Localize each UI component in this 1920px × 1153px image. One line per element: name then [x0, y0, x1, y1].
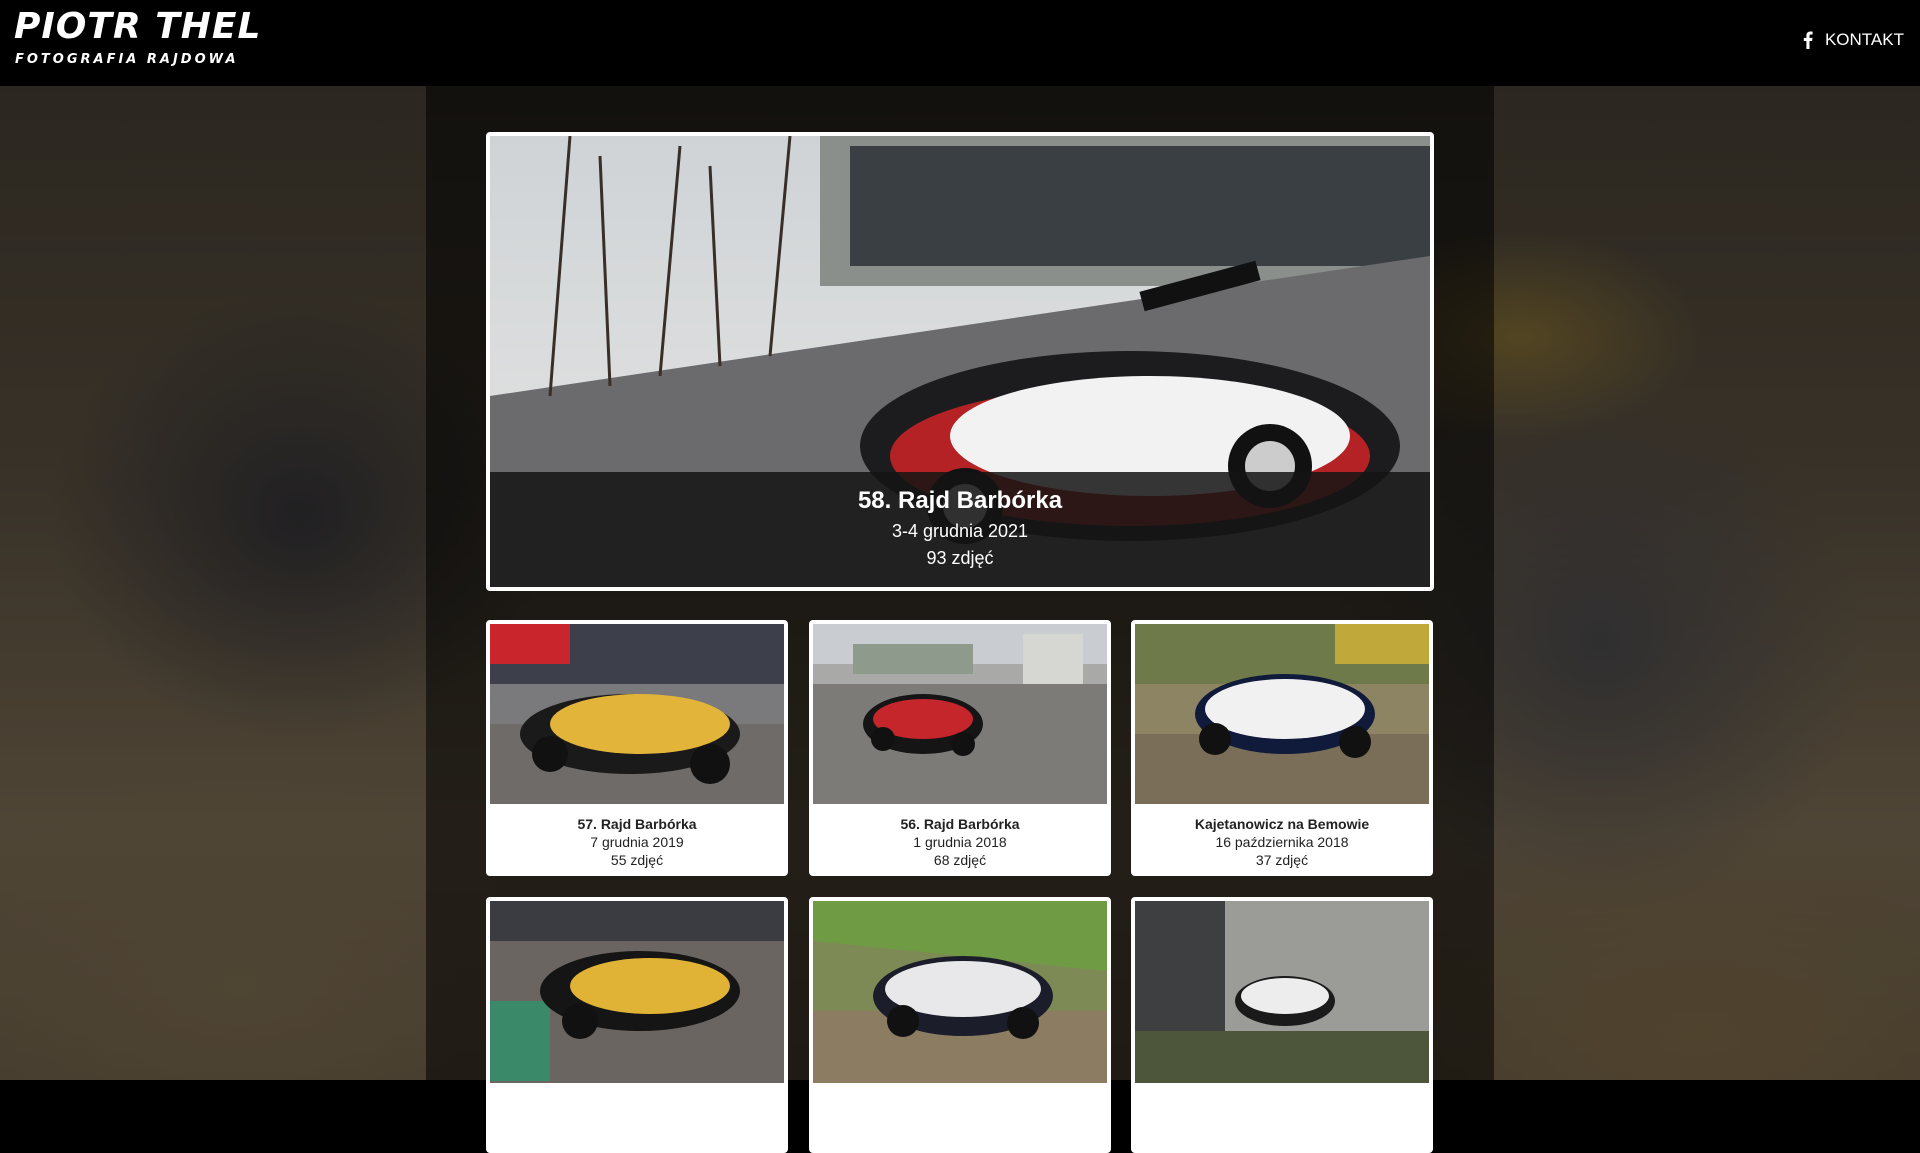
logo-subtitle: FOTOGRAFIA RAJDOWA — [15, 52, 239, 67]
gallery-card[interactable] — [809, 897, 1111, 1153]
gallery-photo[interactable] — [813, 901, 1107, 1101]
featured-title[interactable]: 58. Rajd Barbórka — [490, 487, 1430, 515]
contact-link[interactable]: KONTAKT — [1801, 30, 1904, 50]
gallery-caption — [490, 1083, 784, 1149]
facebook-icon[interactable] — [1801, 31, 1815, 49]
gallery-caption: 56. Rajd Barbórka 1 grudnia 2018 68 zdję… — [813, 806, 1107, 872]
gallery-photo-count: 68 zdjęć — [933, 852, 987, 868]
gallery-card[interactable]: Kajetanowicz na Bemowie 16 października … — [1131, 620, 1433, 876]
gallery-title[interactable]: 57. Rajd Barbórka — [490, 816, 784, 832]
featured-gallery-card[interactable]: 58. Rajd Barbórka 3-4 grudnia 2021 93 zd… — [486, 132, 1434, 591]
featured-photo-count: 93 zdjęć — [926, 548, 994, 568]
logo-title[interactable]: PIOTR THEL — [14, 6, 261, 47]
gallery-photo-count: 37 zdjęć — [1255, 852, 1309, 868]
gallery-photo[interactable] — [490, 624, 784, 804]
site-header: PIOTR THEL FOTOGRAFIA RAJDOWA KONTAKT — [0, 0, 1920, 86]
gallery-caption: 57. Rajd Barbórka 7 grudnia 2019 55 zdję… — [490, 806, 784, 872]
gallery-photo[interactable] — [813, 624, 1107, 804]
gallery-photo-count: 55 zdjęć — [610, 852, 664, 868]
gallery-card[interactable]: 56. Rajd Barbórka 1 grudnia 2018 68 zdję… — [809, 620, 1111, 876]
gallery-title[interactable]: 56. Rajd Barbórka — [813, 816, 1107, 832]
gallery-photo[interactable] — [490, 901, 784, 1101]
gallery-photo[interactable] — [1135, 901, 1429, 1101]
gallery-caption — [813, 1083, 1107, 1149]
gallery-card[interactable]: 57. Rajd Barbórka 7 grudnia 2019 55 zdję… — [486, 620, 788, 876]
gallery-caption: Kajetanowicz na Bemowie 16 października … — [1135, 806, 1429, 872]
gallery-photo[interactable] — [1135, 624, 1429, 804]
gallery-date: 16 października 2018 — [1215, 834, 1349, 850]
featured-caption: 58. Rajd Barbórka 3-4 grudnia 2021 93 zd… — [490, 472, 1430, 587]
gallery-card[interactable] — [1131, 897, 1433, 1153]
gallery-card[interactable] — [486, 897, 788, 1153]
contact-label[interactable]: KONTAKT — [1825, 30, 1904, 50]
gallery-date: 7 grudnia 2019 — [590, 834, 684, 850]
gallery-date: 1 grudnia 2018 — [913, 834, 1007, 850]
gallery-caption — [1135, 1083, 1429, 1149]
gallery-title[interactable]: Kajetanowicz na Bemowie — [1135, 816, 1429, 832]
featured-date: 3-4 grudnia 2021 — [891, 521, 1029, 541]
